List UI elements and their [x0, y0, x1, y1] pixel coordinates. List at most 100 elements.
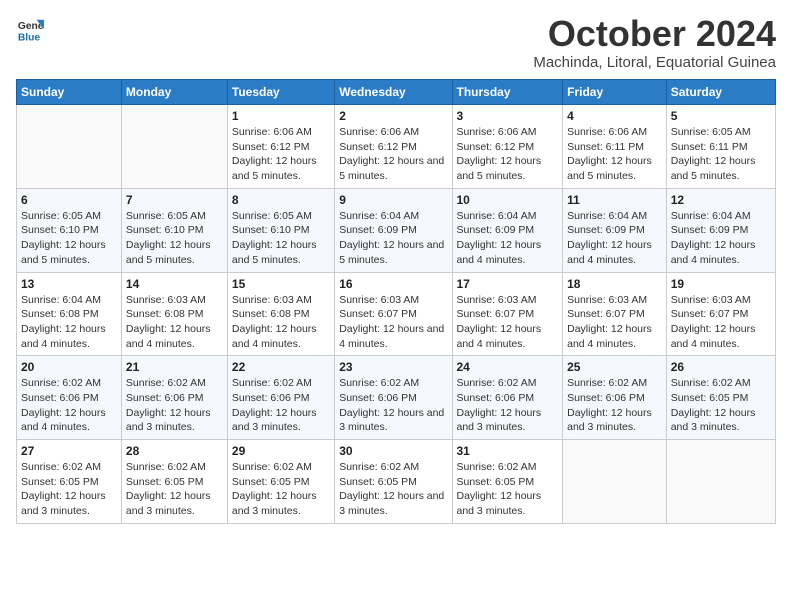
day-info: Sunrise: 6:03 AM Sunset: 6:08 PM Dayligh… [232, 293, 330, 352]
day-number: 5 [671, 109, 771, 123]
day-info: Sunrise: 6:06 AM Sunset: 6:12 PM Dayligh… [339, 125, 447, 184]
logo-icon: General Blue [16, 16, 44, 44]
day-number: 24 [457, 360, 559, 374]
day-cell: 5 Sunrise: 6:05 AM Sunset: 6:11 PM Daylig… [666, 105, 775, 189]
day-info: Sunrise: 6:02 AM Sunset: 6:05 PM Dayligh… [232, 460, 330, 519]
day-cell: 25Sunrise: 6:02 AM Sunset: 6:06 PM Dayli… [563, 356, 667, 440]
day-info: Sunrise: 6:06 AM Sunset: 6:12 PM Dayligh… [457, 125, 559, 184]
day-info: Sunrise: 6:02 AM Sunset: 6:06 PM Dayligh… [339, 376, 447, 435]
day-number: 10 [457, 193, 559, 207]
day-number: 15 [232, 277, 330, 291]
day-info: Sunrise: 6:03 AM Sunset: 6:07 PM Dayligh… [567, 293, 662, 352]
day-cell: 14 Sunrise: 6:03 AM Sunset: 6:08 PM Dayli… [121, 272, 227, 356]
day-info: Sunrise: 6:03 AM Sunset: 6:07 PM Dayligh… [457, 293, 559, 352]
day-number: 26 [671, 360, 771, 374]
day-cell: 18 Sunrise: 6:03 AM Sunset: 6:07 PM Dayli… [563, 272, 667, 356]
month-title: October 2024 [533, 16, 776, 52]
day-cell: 23 Sunrise: 6:02 AM Sunset: 6:06 PM Dayli… [335, 356, 452, 440]
day-number: 6 [21, 193, 117, 207]
day-info: Sunrise: 6:05 AM Sunset: 6:11 PM Dayligh… [671, 125, 771, 184]
day-info: Sunrise: 6:02 AM Sunset: 6:06 PM Dayligh… [126, 376, 223, 435]
day-info: Sunrise: 6:04 AM Sunset: 6:09 PM Dayligh… [671, 209, 771, 268]
day-cell: 10 Sunrise: 6:04 AM Sunset: 6:09 PM Dayli… [452, 188, 563, 272]
day-number: 8 [232, 193, 330, 207]
day-number: 7 [126, 193, 223, 207]
day-number: 11 [567, 193, 662, 207]
title-area: October 2024 Machinda, Litoral, Equatori… [533, 16, 776, 71]
day-cell: 28Sunrise: 6:02 AM Sunset: 6:05 PM Dayli… [121, 440, 227, 524]
logo: General Blue [16, 16, 44, 44]
day-info: Sunrise: 6:04 AM Sunset: 6:08 PM Dayligh… [21, 293, 117, 352]
day-cell: 4 Sunrise: 6:06 AM Sunset: 6:11 PM Daylig… [563, 105, 667, 189]
day-cell: 29 Sunrise: 6:02 AM Sunset: 6:05 PM Dayli… [227, 440, 334, 524]
day-cell: 3 Sunrise: 6:06 AM Sunset: 6:12 PM Daylig… [452, 105, 563, 189]
day-info: Sunrise: 6:02 AM Sunset: 6:05 PM Dayligh… [126, 460, 223, 519]
day-number: 16 [339, 277, 447, 291]
week-row-3: 13Sunrise: 6:04 AM Sunset: 6:08 PM Dayli… [17, 272, 776, 356]
weekday-header-friday: Friday [563, 80, 667, 105]
weekday-header-sunday: Sunday [17, 80, 122, 105]
day-info: Sunrise: 6:06 AM Sunset: 6:11 PM Dayligh… [567, 125, 662, 184]
day-info: Sunrise: 6:02 AM Sunset: 6:06 PM Dayligh… [21, 376, 117, 435]
day-info: Sunrise: 6:05 AM Sunset: 6:10 PM Dayligh… [126, 209, 223, 268]
day-cell: 31Sunrise: 6:02 AM Sunset: 6:05 PM Dayli… [452, 440, 563, 524]
day-number: 22 [232, 360, 330, 374]
weekday-header-tuesday: Tuesday [227, 80, 334, 105]
day-cell: 20Sunrise: 6:02 AM Sunset: 6:06 PM Dayli… [17, 356, 122, 440]
day-number: 29 [232, 444, 330, 458]
day-cell: 19 Sunrise: 6:03 AM Sunset: 6:07 PM Dayli… [666, 272, 775, 356]
day-cell: 13Sunrise: 6:04 AM Sunset: 6:08 PM Dayli… [17, 272, 122, 356]
day-info: Sunrise: 6:06 AM Sunset: 6:12 PM Dayligh… [232, 125, 330, 184]
day-cell: 9 Sunrise: 6:04 AM Sunset: 6:09 PM Daylig… [335, 188, 452, 272]
day-info: Sunrise: 6:05 AM Sunset: 6:10 PM Dayligh… [232, 209, 330, 268]
calendar-table: SundayMondayTuesdayWednesdayThursdayFrid… [16, 79, 776, 524]
day-info: Sunrise: 6:04 AM Sunset: 6:09 PM Dayligh… [339, 209, 447, 268]
day-info: Sunrise: 6:02 AM Sunset: 6:06 PM Dayligh… [232, 376, 330, 435]
day-number: 19 [671, 277, 771, 291]
day-number: 2 [339, 109, 447, 123]
day-number: 27 [21, 444, 117, 458]
day-info: Sunrise: 6:02 AM Sunset: 6:05 PM Dayligh… [21, 460, 117, 519]
day-number: 18 [567, 277, 662, 291]
day-cell [17, 105, 122, 189]
day-info: Sunrise: 6:03 AM Sunset: 6:07 PM Dayligh… [339, 293, 447, 352]
day-cell: 27 Sunrise: 6:02 AM Sunset: 6:05 PM Dayli… [17, 440, 122, 524]
day-info: Sunrise: 6:04 AM Sunset: 6:09 PM Dayligh… [457, 209, 559, 268]
day-cell: 21Sunrise: 6:02 AM Sunset: 6:06 PM Dayli… [121, 356, 227, 440]
day-number: 4 [567, 109, 662, 123]
svg-text:Blue: Blue [18, 32, 41, 43]
day-cell: 30Sunrise: 6:02 AM Sunset: 6:05 PM Dayli… [335, 440, 452, 524]
day-number: 3 [457, 109, 559, 123]
weekday-header-row: SundayMondayTuesdayWednesdayThursdayFrid… [17, 80, 776, 105]
day-number: 9 [339, 193, 447, 207]
day-number: 17 [457, 277, 559, 291]
day-info: Sunrise: 6:02 AM Sunset: 6:05 PM Dayligh… [671, 376, 771, 435]
day-cell: 16 Sunrise: 6:03 AM Sunset: 6:07 PM Dayli… [335, 272, 452, 356]
day-info: Sunrise: 6:02 AM Sunset: 6:06 PM Dayligh… [457, 376, 559, 435]
day-number: 14 [126, 277, 223, 291]
week-row-4: 20Sunrise: 6:02 AM Sunset: 6:06 PM Dayli… [17, 356, 776, 440]
day-cell: 6Sunrise: 6:05 AM Sunset: 6:10 PM Daylig… [17, 188, 122, 272]
week-row-2: 6 Sunrise: 6:05 AM Sunset: 6:10 PM Daylig… [17, 188, 776, 272]
day-cell: 12 Sunrise: 6:04 AM Sunset: 6:09 PM Dayli… [666, 188, 775, 272]
day-cell: 1 Sunrise: 6:06 AM Sunset: 6:12 PM Daylig… [227, 105, 334, 189]
day-cell: 22 Sunrise: 6:02 AM Sunset: 6:06 PM Dayli… [227, 356, 334, 440]
day-cell [563, 440, 667, 524]
day-number: 12 [671, 193, 771, 207]
day-cell: 2 Sunrise: 6:06 AM Sunset: 6:12 PM Daylig… [335, 105, 452, 189]
weekday-header-thursday: Thursday [452, 80, 563, 105]
day-info: Sunrise: 6:03 AM Sunset: 6:08 PM Dayligh… [126, 293, 223, 352]
day-number: 23 [339, 360, 447, 374]
page-header: General Blue October 2024 Machinda, Lito… [16, 16, 776, 71]
day-cell: 15 Sunrise: 6:03 AM Sunset: 6:08 PM Dayli… [227, 272, 334, 356]
week-row-1: 1 Sunrise: 6:06 AM Sunset: 6:12 PM Daylig… [17, 105, 776, 189]
day-cell: 11 Sunrise: 6:04 AM Sunset: 6:09 PM Dayli… [563, 188, 667, 272]
day-number: 1 [232, 109, 330, 123]
day-info: Sunrise: 6:03 AM Sunset: 6:07 PM Dayligh… [671, 293, 771, 352]
day-info: Sunrise: 6:02 AM Sunset: 6:05 PM Dayligh… [339, 460, 447, 519]
location-title: Machinda, Litoral, Equatorial Guinea [533, 54, 776, 71]
day-cell: 17 Sunrise: 6:03 AM Sunset: 6:07 PM Dayli… [452, 272, 563, 356]
day-info: Sunrise: 6:04 AM Sunset: 6:09 PM Dayligh… [567, 209, 662, 268]
day-cell [121, 105, 227, 189]
day-number: 25 [567, 360, 662, 374]
